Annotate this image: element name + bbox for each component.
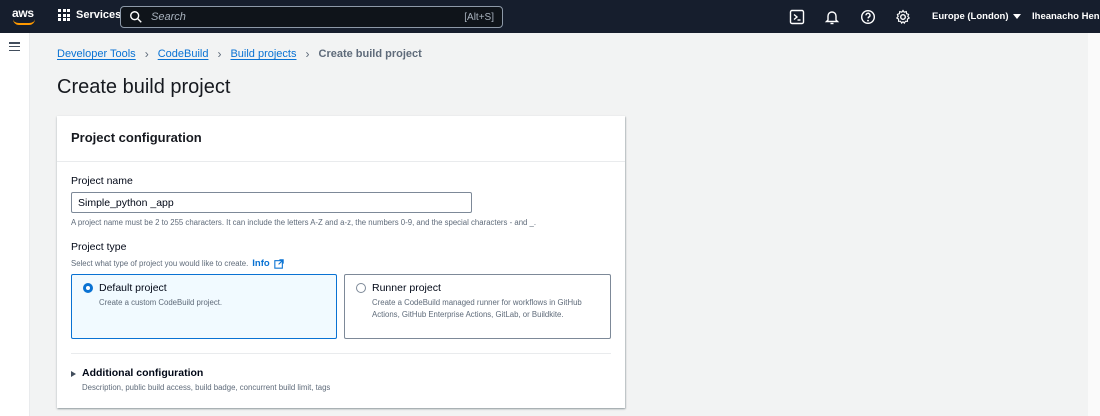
project-type-description: Select what type of project you would li… (71, 258, 284, 269)
caret-down-icon (1012, 13, 1021, 19)
region-selector[interactable]: Europe (London) (932, 11, 1021, 22)
default-project-label: Default project (99, 282, 167, 294)
search-input[interactable]: Search [Alt+S] (120, 6, 503, 28)
breadcrumb-build-projects[interactable]: Build projects (230, 48, 296, 60)
runner-project-tile[interactable]: Runner project Create a CodeBuild manage… (344, 274, 611, 339)
additional-configuration-text: Additional configuration Description, pu… (82, 367, 330, 392)
breadcrumb-developer-tools[interactable]: Developer Tools (57, 48, 136, 60)
project-type-label: Project type (71, 241, 127, 253)
top-navigation: aws Services Search [Alt+S] Europe (Lond… (0, 0, 1100, 33)
breadcrumb: Developer Tools › CodeBuild › Build proj… (57, 47, 422, 61)
aws-smile-icon (13, 19, 35, 25)
default-project-description: Create a custom CodeBuild project. (99, 298, 223, 307)
services-label: Services (76, 9, 122, 21)
default-project-tile[interactable]: Default project Create a custom CodeBuil… (71, 274, 337, 339)
caret-right-icon (71, 371, 76, 377)
breadcrumb-current: Create build project (318, 48, 422, 60)
project-name-input[interactable] (71, 192, 472, 213)
additional-configuration-description: Description, public build access, build … (82, 383, 331, 392)
external-link-icon[interactable] (273, 258, 284, 269)
aws-logo[interactable]: aws (12, 5, 38, 27)
account-menu[interactable]: Iheanacho Henry (1032, 11, 1100, 22)
region-label: Europe (London) (932, 11, 1009, 22)
search-placeholder: Search (151, 11, 186, 23)
runner-project-radio[interactable] (356, 283, 366, 293)
services-menu-button[interactable]: Services (58, 9, 121, 21)
notifications-bell-icon[interactable] (824, 9, 840, 25)
chevron-right-icon: › (305, 47, 310, 61)
project-configuration-panel: Project configuration Project name A pro… (57, 116, 625, 408)
chevron-right-icon: › (144, 47, 149, 61)
divider (71, 353, 611, 354)
page-title: Create build project (57, 76, 231, 98)
settings-gear-icon[interactable] (895, 9, 911, 25)
additional-configuration-title: Additional configuration (82, 367, 204, 379)
cloudshell-icon[interactable] (789, 9, 805, 25)
grid-icon (58, 9, 70, 21)
project-name-label: Project name (71, 175, 133, 187)
info-link[interactable]: Info (252, 258, 269, 269)
search-shortcut: [Alt+S] (464, 11, 494, 23)
menu-hamburger-icon[interactable] (9, 42, 20, 52)
panel-header: Project configuration (57, 116, 625, 162)
runner-project-description: Create a CodeBuild managed runner for wo… (372, 298, 582, 319)
aws-logo-text: aws (12, 6, 34, 20)
default-project-radio[interactable] (83, 283, 93, 293)
panel-title: Project configuration (71, 130, 202, 145)
scrollbar-track[interactable] (1088, 33, 1100, 416)
runner-project-label: Runner project (372, 282, 441, 294)
side-navigation-rail (0, 33, 30, 416)
search-icon (130, 11, 142, 23)
additional-configuration-expander[interactable]: Additional configuration Description, pu… (71, 367, 330, 392)
chevron-right-icon: › (217, 47, 222, 61)
help-icon[interactable] (860, 9, 876, 25)
project-name-hint: A project name must be 2 to 255 characte… (71, 218, 537, 227)
breadcrumb-codebuild[interactable]: CodeBuild (158, 48, 209, 60)
project-type-help-text: Select what type of project you would li… (71, 259, 249, 268)
